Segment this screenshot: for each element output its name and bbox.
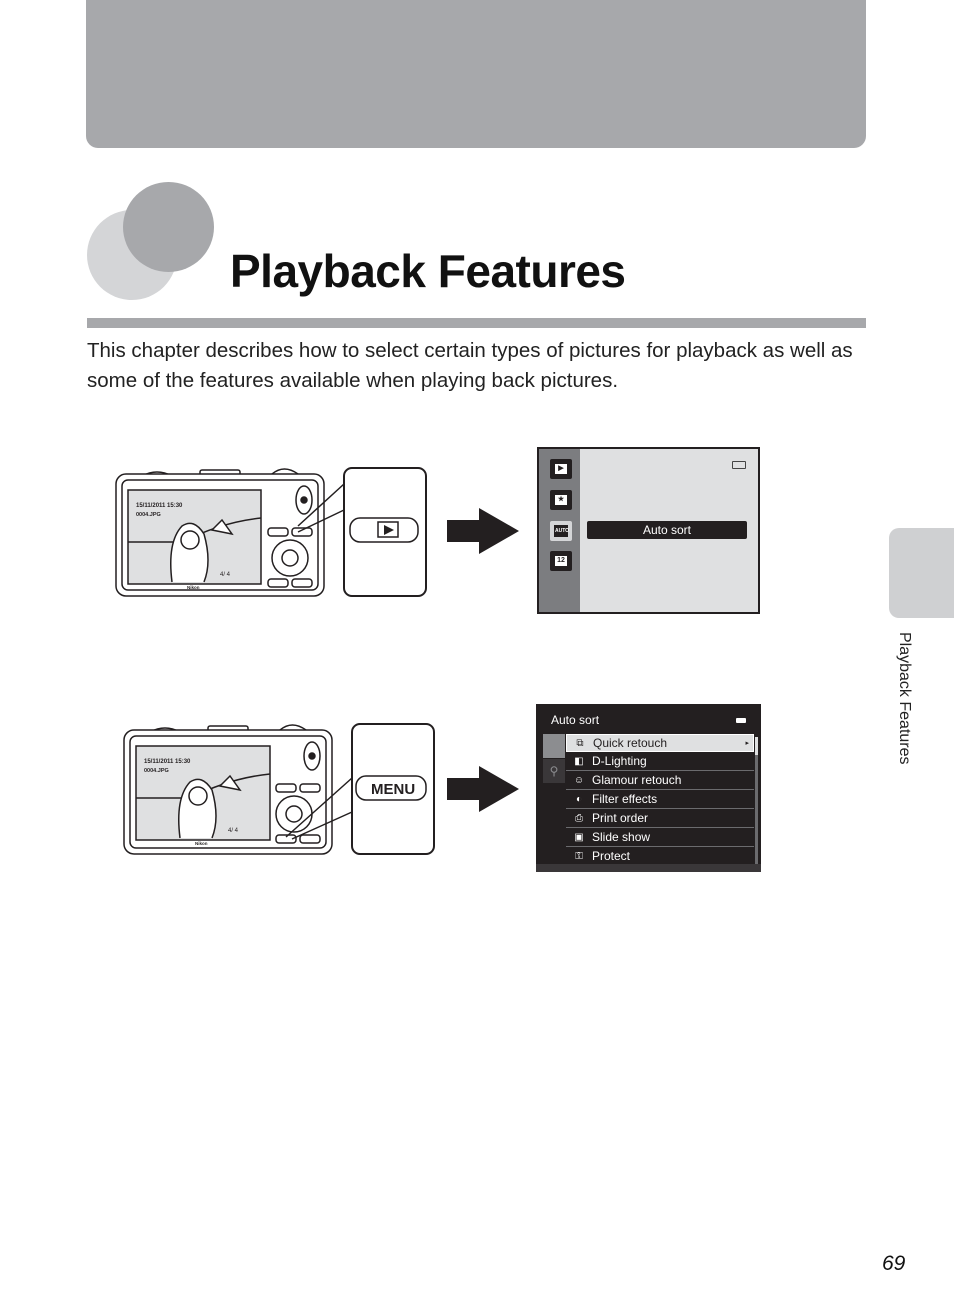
page-number: 69 — [882, 1252, 906, 1275]
list-by-date-icon[interactable]: 12 — [550, 551, 572, 571]
side-chapter-label: Playback Features — [896, 632, 913, 765]
chapter-header-band — [86, 0, 866, 148]
auto-sort-tab-icon[interactable] — [543, 734, 565, 758]
auto-sort-highlight[interactable]: Auto sort — [587, 521, 747, 539]
print-order-icon: ⎙ — [575, 812, 583, 824]
menu-item-print-order[interactable]: ⎙ Print order — [566, 809, 754, 828]
camera1-date: 15/11/2011 15:30 — [136, 503, 183, 509]
title-rule — [87, 318, 866, 328]
camera1-file: 0004.JPG — [136, 512, 161, 518]
menu-item-filter-effects[interactable]: ◐ Filter effects — [566, 790, 754, 809]
glamour-retouch-icon: ☺ — [573, 774, 585, 786]
playback-mode-screen: ▶ ★ AUTO 12 Auto sort — [537, 447, 760, 614]
menu-item-glamour-retouch[interactable]: ☺ Glamour retouch — [566, 771, 754, 790]
d-lighting-icon: ◧ — [574, 755, 584, 767]
battery-icon — [732, 461, 746, 469]
auto-sort-icon[interactable]: AUTO — [550, 521, 572, 541]
protect-key-icon: ⚿ — [575, 850, 583, 862]
menu-scrollbar[interactable] — [755, 737, 758, 867]
chapter-title: Playback Features — [230, 245, 626, 297]
menu-title: Auto sort — [551, 713, 600, 727]
camera1-counter: 4/ 4 — [220, 572, 231, 578]
filter-effects-icon: ◐ — [575, 793, 583, 805]
camera2-brand: Nikon — [195, 841, 208, 846]
setup-wrench-icon[interactable]: ⚲ — [543, 759, 565, 783]
menu-list: ⧉ Quick retouch ▸ ◧ D-Lighting ☺ Glamour ret… — [566, 734, 754, 866]
quick-retouch-icon: ⧉ — [576, 737, 584, 749]
playback-icon[interactable]: ▶ — [550, 459, 572, 479]
camera-illustration-menu: MENU 15/11/2011 15:30 0004.JPG 4/ 4 Niko… — [123, 723, 435, 855]
slide-show-icon: ▣ — [574, 831, 584, 843]
menu-button-label: MENU — [371, 781, 415, 798]
camera-illustration-play: 15/11/2011 15:30 0004.JPG 4/ 4 Nikon — [115, 467, 427, 597]
camera2-date: 15/11/2011 15:30 — [144, 759, 191, 765]
camera2-counter: 4/ 4 — [228, 828, 239, 834]
right-arrow-icon — [447, 508, 519, 554]
camera2-file: 0004.JPG — [144, 768, 169, 774]
chapter-intro: This chapter describes how to select cer… — [87, 339, 853, 392]
auto-sort-menu-screen: Auto sort ⚲ ⧉ Quick retouch ▸ ◧ D-Lighting … — [536, 704, 761, 872]
battery-icon — [736, 718, 746, 723]
menu-item-d-lighting[interactable]: ◧ D-Lighting — [566, 752, 754, 771]
menu-item-slide-show[interactable]: ▣ Slide show — [566, 828, 754, 847]
decorative-circle-dark — [123, 182, 214, 272]
camera1-brand: Nikon — [187, 585, 200, 590]
menu-footer-bar — [536, 864, 761, 872]
favorites-icon[interactable]: ★ — [550, 490, 572, 510]
menu-scrollbar-thumb[interactable] — [755, 737, 758, 755]
menu-item-quick-retouch[interactable]: ⧉ Quick retouch ▸ — [566, 734, 754, 752]
chapter-side-tab — [889, 528, 954, 618]
mode-icon-rail: ▶ ★ AUTO 12 — [539, 449, 580, 612]
right-arrow-icon — [447, 766, 519, 812]
